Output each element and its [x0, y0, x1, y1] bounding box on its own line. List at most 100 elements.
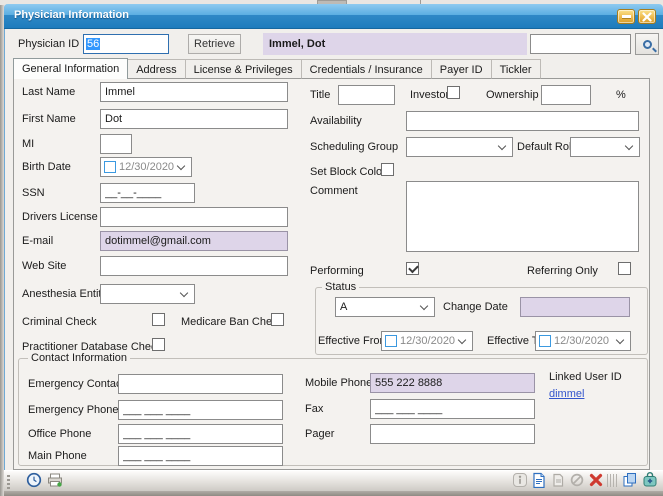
birth-date-label: Birth Date: [22, 161, 71, 173]
default-role-label: Default Role: [517, 141, 578, 153]
drivers-license-label: Drivers License: [22, 211, 98, 223]
email-input[interactable]: [100, 231, 288, 251]
main-phone-label: Main Phone: [28, 450, 87, 462]
drivers-license-input[interactable]: [100, 207, 288, 227]
emergency-contact-label: Emergency Contact: [28, 378, 125, 390]
retrieve-button[interactable]: Retrieve: [188, 34, 241, 54]
info-button[interactable]: [512, 472, 528, 488]
effective-from-picker[interactable]: 12/30/2020: [381, 331, 473, 351]
copy-records-button[interactable]: [622, 472, 638, 488]
mi-input[interactable]: [100, 134, 132, 154]
physician-id-input[interactable]: 56: [83, 34, 169, 54]
availability-input[interactable]: [406, 111, 639, 131]
chevron-down-icon: [180, 288, 188, 296]
title-field-input[interactable]: [338, 85, 395, 105]
web-site-label: Web Site: [22, 260, 66, 272]
delete-x-icon: [588, 472, 604, 488]
chevron-down-icon: [498, 141, 506, 149]
copy-records-icon: [622, 472, 638, 488]
referring-only-label: Referring Only: [527, 265, 598, 277]
last-name-label: Last Name: [22, 86, 75, 98]
email-label: E-mail: [22, 235, 53, 247]
save-document-button[interactable]: [550, 472, 566, 488]
performing-label: Performing: [310, 265, 364, 277]
physician-id-label: Physician ID: [18, 38, 79, 50]
chevron-down-icon: [458, 335, 466, 343]
medical-case-button[interactable]: [642, 472, 658, 488]
first-name-input[interactable]: [100, 109, 288, 129]
chevron-down-icon: [177, 161, 185, 169]
criminal-check-checkbox[interactable]: [152, 313, 165, 326]
office-phone-label: Office Phone: [28, 428, 91, 440]
print-icon: [47, 472, 63, 488]
effective-from-checkbox[interactable]: [385, 335, 397, 347]
investor-label: Investor: [410, 89, 449, 101]
default-role-dropdown[interactable]: [570, 137, 640, 157]
emergency-phone-input[interactable]: [118, 400, 283, 420]
ownership-label: Ownership: [486, 89, 539, 101]
effective-from-label: Effective From: [318, 335, 389, 347]
change-date-label: Change Date: [443, 301, 508, 313]
set-block-color-label: Set Block Color?: [310, 166, 392, 178]
mobile-phone-input[interactable]: [370, 373, 535, 393]
new-document-button[interactable]: [531, 472, 547, 488]
office-phone-input[interactable]: [118, 424, 283, 444]
window-bottom-edge: [4, 491, 663, 496]
ownership-input[interactable]: [541, 85, 591, 105]
web-site-input[interactable]: [100, 256, 288, 276]
pager-input[interactable]: [370, 424, 535, 444]
void-button[interactable]: [569, 472, 585, 488]
tab-address[interactable]: Address: [127, 59, 185, 79]
medicare-ban-check-checkbox[interactable]: [271, 313, 284, 326]
close-icon: [642, 12, 652, 22]
criminal-check-label: Criminal Check: [22, 316, 97, 328]
minimize-icon: [622, 15, 631, 18]
last-name-input[interactable]: [100, 82, 288, 102]
investor-checkbox[interactable]: [447, 86, 460, 99]
referring-only-checkbox[interactable]: [618, 262, 631, 275]
linked-user-id-label: Linked User ID: [549, 371, 622, 383]
info-icon: [512, 472, 528, 488]
tab-general-information[interactable]: General Information: [13, 58, 128, 79]
birth-date-picker[interactable]: 12/30/2020: [100, 157, 192, 177]
comment-textarea[interactable]: [406, 181, 639, 252]
tab-payer-id[interactable]: Payer ID: [431, 59, 492, 79]
physician-id-selected-text: 56: [86, 38, 100, 50]
effective-to-picker[interactable]: 12/30/2020: [535, 331, 631, 351]
birth-date-checkbox[interactable]: [104, 161, 116, 173]
practitioner-database-check-checkbox[interactable]: [152, 338, 165, 351]
search-button[interactable]: [635, 33, 659, 55]
scheduling-group-dropdown[interactable]: [406, 137, 513, 157]
toolbar-grip[interactable]: [7, 475, 10, 489]
clock-button[interactable]: [26, 472, 42, 488]
linked-user-id-link[interactable]: dimmel: [549, 388, 584, 400]
tab-credentials-insurance[interactable]: Credentials / Insurance: [301, 59, 432, 79]
performing-checkbox[interactable]: [406, 262, 419, 275]
ownership-percent-sign: %: [616, 89, 626, 101]
print-button[interactable]: [47, 472, 63, 488]
void-icon: [569, 472, 585, 488]
fax-input[interactable]: [370, 399, 535, 419]
main-phone-input[interactable]: [118, 446, 283, 466]
quick-search-input[interactable]: [530, 34, 631, 54]
status-group-title: Status: [322, 281, 359, 293]
tab-tickler[interactable]: Tickler: [491, 59, 541, 79]
screen: Physician Information Physician ID 56 Re…: [0, 0, 663, 496]
emergency-contact-input[interactable]: [118, 374, 283, 394]
toolbar-separator: [607, 474, 619, 487]
title-field-label: Title: [310, 89, 330, 101]
delete-button[interactable]: [588, 472, 604, 488]
minimize-button[interactable]: [617, 9, 635, 24]
tab-license-privileges[interactable]: License & Privileges: [185, 59, 302, 79]
availability-label: Availability: [310, 115, 362, 127]
status-dropdown[interactable]: A: [335, 297, 435, 317]
effective-to-checkbox[interactable]: [539, 335, 551, 347]
change-date-field[interactable]: [520, 297, 630, 317]
chevron-down-icon: [625, 141, 633, 149]
effective-from-value: 12/30/2020: [400, 335, 459, 347]
anesthesia-entity-dropdown[interactable]: [100, 284, 195, 304]
ssn-input[interactable]: [100, 183, 195, 203]
set-block-color-checkbox[interactable]: [381, 163, 394, 176]
search-icon: [643, 40, 652, 49]
close-button[interactable]: [638, 9, 656, 24]
